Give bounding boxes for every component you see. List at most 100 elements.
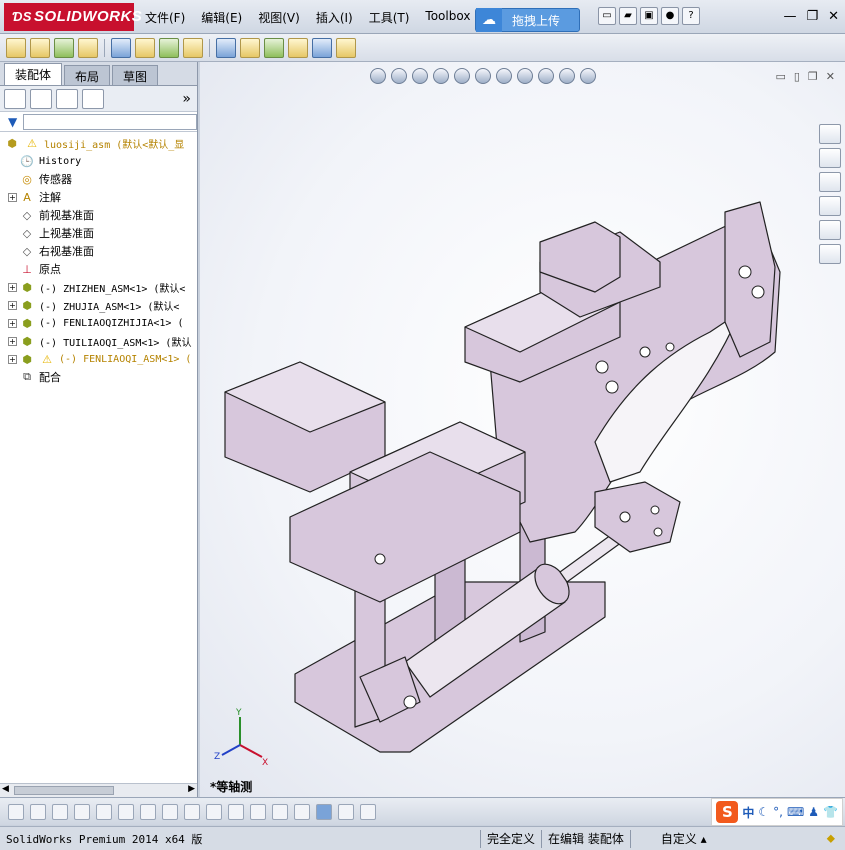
save-icon[interactable]: ▣	[640, 7, 658, 25]
expand-icon[interactable]: +	[8, 192, 17, 202]
solidworks-resources-icon[interactable]	[819, 124, 841, 144]
restore-icon[interactable]: ❐	[806, 9, 818, 24]
close-icon[interactable]: ✕	[828, 9, 839, 24]
split-view-icon[interactable]: ▭	[775, 70, 785, 83]
units-status[interactable]: 自定义 ▴	[629, 829, 740, 848]
more-tabs-icon[interactable]: »	[182, 91, 191, 107]
offset-icon[interactable]	[184, 803, 200, 820]
shaded-view-icon[interactable]	[316, 803, 332, 820]
exploded-view-icon[interactable]	[264, 37, 284, 58]
close-viewport-icon[interactable]: ✕	[826, 70, 835, 83]
feature-manager-icon[interactable]	[4, 88, 26, 109]
scroll-right-icon[interactable]: ▶	[188, 784, 195, 794]
wireframe-icon[interactable]	[338, 803, 354, 820]
hide-show-items-icon[interactable]	[517, 68, 533, 84]
ime-language[interactable]: 中	[742, 804, 754, 821]
minimize-icon[interactable]: —	[783, 9, 796, 24]
interference-detection-icon[interactable]	[312, 37, 332, 58]
menu-insert[interactable]: 插入(I)	[316, 9, 353, 26]
scroll-left-icon[interactable]: ◀	[2, 784, 9, 794]
explode-line-sketch-icon[interactable]	[288, 37, 308, 58]
show-hidden-icon[interactable]	[135, 37, 155, 58]
grid-icon[interactable]	[272, 803, 288, 820]
shirt-icon[interactable]: 👕	[823, 805, 838, 819]
punctuation-icon[interactable]: °,	[773, 805, 783, 819]
restore-viewport-icon[interactable]: ❐	[808, 70, 818, 83]
tree-item[interactable]: ◇ 右视基准面	[0, 242, 197, 260]
extend-icon[interactable]	[118, 803, 134, 820]
custom-properties-icon[interactable]	[819, 244, 841, 264]
circle-icon[interactable]	[30, 803, 46, 820]
tag-icon[interactable]: ⬥	[827, 831, 835, 846]
user-icon[interactable]: ♟	[808, 805, 819, 819]
filter-input[interactable]	[23, 113, 197, 130]
tab-assembly[interactable]: 装配体	[4, 63, 63, 85]
filter-icon[interactable]: ▼	[8, 115, 17, 129]
expand-icon[interactable]: +	[8, 282, 17, 292]
component-pattern-icon[interactable]	[78, 37, 98, 58]
construction-geometry-icon[interactable]	[228, 803, 244, 820]
assembly-model[interactable]	[200, 62, 845, 797]
corner-icon[interactable]	[206, 803, 222, 820]
polygon-icon[interactable]	[74, 803, 90, 820]
menu-file[interactable]: 文件(F)	[145, 9, 185, 26]
mate-icon[interactable]	[54, 37, 74, 58]
line-icon[interactable]	[52, 803, 68, 820]
file-explorer-icon[interactable]	[819, 172, 841, 192]
tab-sketch[interactable]: 草图	[112, 65, 159, 85]
expand-icon[interactable]: +	[8, 354, 17, 364]
view-orientation-icon[interactable]	[475, 68, 491, 84]
tree-item[interactable]: + ⬢ (-) FENLIAOQIZHIJIA<1> (	[0, 314, 197, 332]
moon-icon[interactable]: ☾	[758, 805, 769, 819]
tree-item[interactable]: ⊥ 原点	[0, 260, 197, 278]
tree-item[interactable]: ⧉ 配合	[0, 368, 197, 386]
reference-geometry-icon[interactable]	[183, 37, 203, 58]
new-part-icon[interactable]	[30, 37, 50, 58]
expand-icon[interactable]: +	[8, 300, 17, 310]
configuration-manager-icon[interactable]	[56, 88, 78, 109]
smart-dimension-icon[interactable]	[250, 803, 266, 820]
new-motion-study-icon[interactable]	[216, 37, 236, 58]
instant3d-icon[interactable]	[336, 37, 356, 58]
help-icon[interactable]: ?	[682, 7, 700, 25]
menu-edit[interactable]: 编辑(E)	[201, 9, 242, 26]
table-icon[interactable]	[360, 803, 376, 820]
tree-item[interactable]: ◇ 上视基准面	[0, 224, 197, 242]
dynamic-annotation-icon[interactable]	[454, 68, 470, 84]
tree-item[interactable]: + ⬢ (-) ZHUJIA_ASM<1> (默认<	[0, 296, 197, 314]
edit-appearance-icon[interactable]	[538, 68, 554, 84]
design-library-icon[interactable]	[819, 148, 841, 168]
move-component-icon[interactable]	[111, 37, 131, 58]
point-icon[interactable]	[8, 803, 24, 820]
tree-root[interactable]: ⬢ ⚠ luosiji_asm (默认<默认_显	[0, 134, 197, 152]
sogou-logo[interactable]: S	[716, 801, 739, 823]
menu-view[interactable]: 视图(V)	[258, 9, 300, 26]
tree-item[interactable]: 🕒 History	[0, 152, 197, 170]
graphics-viewport[interactable]: ▭ ▯ ❐ ✕ Y X Z *等轴测	[200, 62, 845, 797]
previous-view-icon[interactable]	[412, 68, 428, 84]
display-manager-icon[interactable]	[82, 88, 104, 109]
trim-icon[interactable]	[96, 803, 112, 820]
new-document-icon[interactable]: ▭	[598, 7, 616, 25]
insert-component-icon[interactable]	[6, 37, 26, 58]
tab-layout[interactable]: 布局	[64, 65, 111, 85]
zoom-to-fit-icon[interactable]	[370, 68, 386, 84]
scroll-thumb[interactable]	[14, 786, 114, 795]
tree-horizontal-scrollbar[interactable]: ◀ ▶	[0, 783, 197, 797]
tree-item[interactable]: ◎ 传感器	[0, 170, 197, 188]
tree-item[interactable]: + ⬢ (-) ZHIZHEN_ASM<1> (默认<	[0, 278, 197, 296]
angle-icon[interactable]	[294, 803, 310, 820]
tree-item[interactable]: ◇ 前视基准面	[0, 206, 197, 224]
mirror-icon[interactable]	[162, 803, 178, 820]
keyboard-icon[interactable]: ⌨	[787, 805, 804, 819]
tree-item[interactable]: + ⬢ (-) TUILIAOQI_ASM<1> (默认	[0, 332, 197, 350]
expand-icon[interactable]: +	[8, 318, 17, 328]
menu-toolbox[interactable]: Toolbox	[425, 9, 470, 26]
traffic-light-icon[interactable]: ●	[661, 7, 679, 25]
bill-of-materials-icon[interactable]	[240, 37, 260, 58]
property-manager-icon[interactable]	[30, 88, 52, 109]
section-view-icon[interactable]	[433, 68, 449, 84]
view-palette-icon[interactable]	[819, 196, 841, 216]
open-folder-icon[interactable]: ▰	[619, 7, 637, 25]
zoom-to-area-icon[interactable]	[391, 68, 407, 84]
